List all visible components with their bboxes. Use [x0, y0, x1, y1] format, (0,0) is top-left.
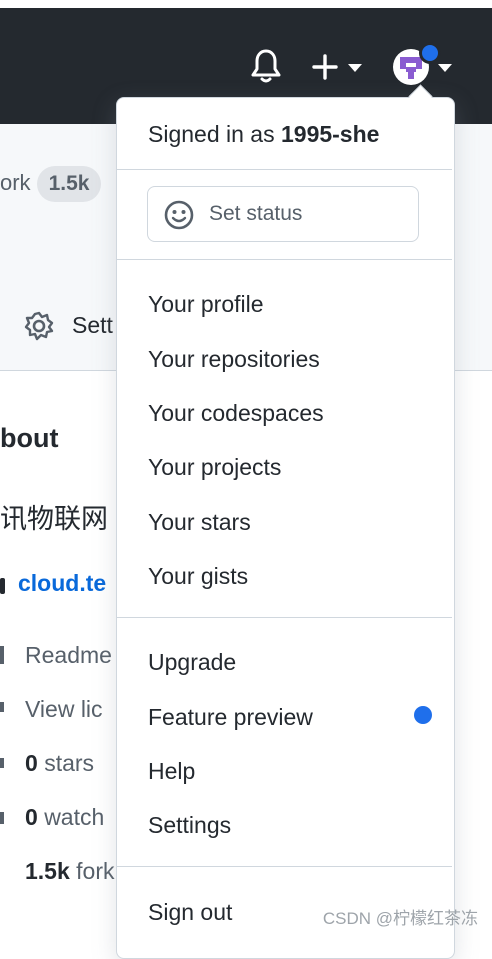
- set-status-label: Set status: [209, 202, 303, 225]
- tab-settings[interactable]: Sett: [72, 312, 113, 339]
- license-link[interactable]: View lic: [25, 696, 103, 723]
- forks-count: 1.5k: [25, 858, 70, 884]
- eye-icon: [0, 812, 4, 824]
- menu-item-your-projects[interactable]: Your projects: [148, 454, 281, 481]
- caret-down-icon[interactable]: [346, 62, 364, 74]
- bell-icon[interactable]: [250, 48, 282, 84]
- divider: [117, 169, 452, 170]
- menu-item-your-stars[interactable]: Your stars: [148, 509, 251, 536]
- menu-item-your-profile[interactable]: Your profile: [148, 291, 264, 318]
- fork-count-badge[interactable]: 1.5k: [37, 166, 101, 202]
- smiley-icon: [164, 200, 194, 230]
- watermark: CSDN @柠檬红茶冻: [322, 909, 478, 928]
- caret-down-icon[interactable]: [436, 62, 454, 74]
- gear-icon: [24, 311, 54, 341]
- divider: [117, 259, 452, 260]
- menu-item-feature-preview[interactable]: Feature preview: [148, 704, 313, 731]
- menu-item-sign-out[interactable]: Sign out: [148, 899, 232, 926]
- plus-icon[interactable]: [312, 52, 338, 82]
- about-heading: bout: [0, 423, 59, 453]
- watch-stat[interactable]: 0 watch: [25, 804, 104, 831]
- menu-item-settings[interactable]: Settings: [148, 812, 231, 839]
- fork-label[interactable]: ork: [0, 170, 31, 196]
- readme-link[interactable]: Readme: [25, 642, 112, 669]
- menu-item-help[interactable]: Help: [148, 758, 195, 785]
- menu-item-your-codespaces[interactable]: Your codespaces: [148, 400, 324, 427]
- book-icon: [0, 646, 4, 664]
- menu-item-your-gists[interactable]: Your gists: [148, 563, 248, 590]
- law-icon: [0, 702, 4, 712]
- forks-stat[interactable]: 1.5k fork: [25, 858, 115, 885]
- notification-dot: [419, 42, 441, 64]
- username: 1995-she: [280, 121, 380, 147]
- stars-label: stars: [44, 750, 95, 776]
- watch-label: watch: [44, 804, 105, 830]
- divider: [117, 866, 452, 867]
- watch-count: 0: [25, 804, 38, 830]
- signed-in-prefix: Signed in as: [148, 121, 275, 147]
- stars-count: 0: [25, 750, 38, 776]
- stars-stat[interactable]: 0 stars: [25, 750, 94, 777]
- signed-in-header: Signed in as 1995-she: [148, 121, 379, 148]
- divider: [117, 617, 452, 618]
- homepage-link[interactable]: cloud.te: [18, 570, 106, 597]
- link-icon: [0, 578, 5, 594]
- menu-item-upgrade[interactable]: Upgrade: [148, 649, 236, 676]
- forks-label: fork: [76, 858, 115, 884]
- feature-preview-dot: [414, 706, 432, 724]
- star-icon: [0, 758, 4, 768]
- about-description: 讯物联网: [0, 504, 108, 534]
- menu-item-your-repositories[interactable]: Your repositories: [148, 346, 320, 373]
